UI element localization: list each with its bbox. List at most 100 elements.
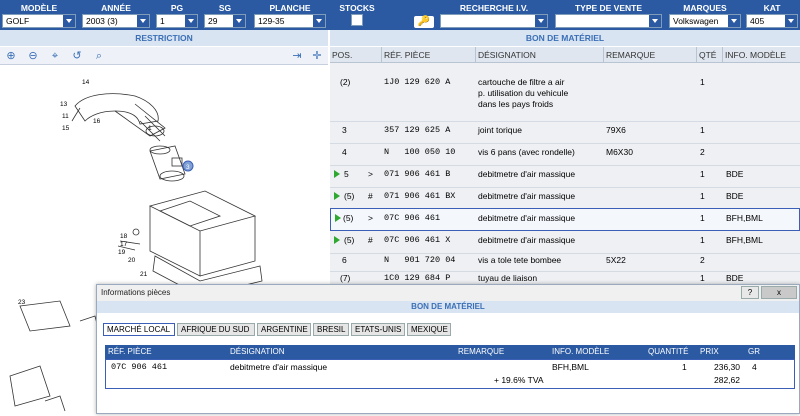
dialog-title: Informations pièces	[97, 285, 799, 301]
chevron-down-icon	[137, 15, 149, 27]
stocks-filter: STOCKS	[334, 2, 380, 26]
recherche-select[interactable]	[440, 14, 548, 28]
zoom-area-icon[interactable]: ⌖	[48, 49, 62, 63]
sg-select[interactable]: 29	[204, 14, 246, 28]
annee-label: ANNÉE	[101, 3, 131, 13]
zoom-out-icon[interactable]: ⊖	[26, 49, 40, 63]
tab-afrique-du-sud[interactable]: AFRIQUE DU SUD	[177, 323, 255, 336]
recherche-filter: RECHERCHE I.V.	[440, 2, 548, 28]
part-info-dialog: Informations pièces ? x BON DE MATÉRIEL …	[96, 284, 800, 414]
type-vente-label: TYPE DE VENTE	[574, 3, 643, 13]
col-qte: QTÉ	[696, 47, 722, 63]
play-icon[interactable]	[334, 236, 340, 244]
diagram-label: 14	[82, 79, 90, 86]
parts-table-header: POS. RÉF. PIÈCE DÉSIGNATION REMARQUE QTÉ…	[330, 47, 800, 63]
recherche-label: RECHERCHE I.V.	[459, 3, 529, 13]
diagram-label: 11	[62, 113, 69, 120]
kat-filter: KAT 405	[746, 2, 798, 28]
col-designation: DÉSIGNATION	[230, 347, 285, 356]
chevron-down-icon	[185, 15, 197, 27]
tab-mexique[interactable]: MEXIQUE	[407, 323, 451, 336]
pg-select[interactable]: 1	[156, 14, 198, 28]
marques-filter: MARQUES Volkswagen	[669, 2, 741, 28]
diagram-label: 13	[60, 101, 68, 108]
pg-label: PG	[170, 3, 184, 13]
sg-filter: SG 29	[204, 2, 246, 28]
chevron-down-icon	[233, 15, 245, 27]
tab-marche-local[interactable]: MARCHÉ LOCAL	[103, 323, 175, 336]
help-button[interactable]: ?	[741, 286, 759, 299]
table-row[interactable]: (5) # 071 906 461 BX debitmetre d'air ma…	[330, 187, 800, 209]
pg-filter: PG 1	[156, 2, 198, 28]
play-icon[interactable]	[335, 214, 341, 222]
chevron-down-icon	[649, 15, 661, 27]
restriction-header: RESTRICTION	[0, 30, 328, 46]
diagram-toolbar: ⊕ ⊖ ⌖ ↺ ⌕ ⇥ ✛	[0, 47, 328, 65]
col-pos: POS.	[332, 50, 353, 60]
modele-select[interactable]: GOLF	[2, 14, 76, 28]
annee-filter: ANNÉE 2003 (3)	[82, 2, 150, 28]
tab-argentine[interactable]: ARGENTINE	[257, 323, 311, 336]
export-icon[interactable]: ⇥	[290, 49, 304, 63]
dialog-table-header: RÉF. PIÈCE DÉSIGNATION REMARQUE INFO. MO…	[105, 345, 795, 359]
col-quantite: QUANTITÉ	[648, 347, 689, 356]
col-gr: GR	[748, 347, 760, 356]
table-row[interactable]: 4 N 100 050 10 vis 6 pans (avec rondelle…	[330, 143, 800, 165]
table-row-selected[interactable]: (5) > 07C 906 461 debitmetre d'air massi…	[330, 208, 800, 231]
chevron-down-icon	[313, 15, 325, 27]
filter-bar: MODÈLE GOLF ANNÉE 2003 (3) PG 1 SG 29 PL…	[0, 0, 800, 30]
col-info: INFO. MODÈLE	[552, 347, 610, 356]
col-prix: PRIX	[700, 347, 719, 356]
table-row[interactable]: 5 > 071 906 461 B debitmetre d'air massi…	[330, 165, 800, 187]
stocks-checkbox[interactable]	[351, 14, 363, 26]
kat-select[interactable]: 405	[746, 14, 798, 28]
chevron-down-icon	[535, 15, 547, 27]
modele-label: MODÈLE	[20, 3, 58, 13]
table-row[interactable]: 3 357 129 625 A joint torique 79X6 1	[330, 121, 800, 143]
play-icon[interactable]	[334, 170, 340, 178]
diagram-label: 21	[140, 271, 148, 278]
type-vente-select[interactable]	[555, 14, 662, 28]
diagram-label: 1	[148, 125, 152, 132]
dialog-bom-header: BON DE MATÉRIEL	[97, 301, 799, 313]
diagram-label: 20	[128, 257, 136, 264]
type-vente-filter: TYPE DE VENTE	[555, 2, 662, 28]
search-icon[interactable]: ⌕	[92, 49, 106, 63]
move-icon[interactable]: ✛	[310, 49, 324, 63]
col-remarque: REMARQUE	[603, 47, 696, 63]
chevron-down-icon	[63, 15, 75, 27]
key-icon[interactable]: 🔑	[414, 16, 434, 28]
col-info: INFO. MODÈLE	[722, 47, 800, 63]
modele-filter: MODÈLE GOLF	[2, 2, 76, 28]
table-row[interactable]: (2) 1J0 129 620 A cartouche de filtre a …	[330, 73, 800, 121]
col-ref: RÉF. PIÈCE	[381, 47, 475, 63]
chevron-down-icon	[728, 15, 740, 27]
diagram-label: 18	[120, 233, 128, 240]
col-remarque: REMARQUE	[458, 347, 505, 356]
play-icon[interactable]	[334, 192, 340, 200]
close-button[interactable]: x	[761, 286, 797, 299]
marques-label: MARQUES	[683, 3, 727, 13]
marques-select[interactable]: Volkswagen	[669, 14, 741, 28]
planche-label: PLANCHE	[269, 3, 311, 13]
parts-table: POS. RÉF. PIÈCE DÉSIGNATION REMARQUE QTÉ…	[330, 47, 800, 287]
planche-select[interactable]: 129-35	[254, 14, 326, 28]
col-designation: DÉSIGNATION	[475, 47, 603, 63]
diagram-label: 16	[93, 118, 101, 125]
zoom-in-icon[interactable]: ⊕	[4, 49, 18, 63]
annee-select[interactable]: 2003 (3)	[82, 14, 150, 28]
table-row[interactable]: 6 N 901 720 04 vis a tole tete bombee 5X…	[330, 251, 800, 271]
dialog-row-selected[interactable]: 07C 906 461 debitmetre d'air massique + …	[105, 359, 795, 389]
chevron-down-icon	[785, 15, 797, 27]
diagram-label: 19	[118, 249, 126, 256]
planche-filter: PLANCHE 129-35	[254, 2, 326, 28]
zoom-fit-icon[interactable]: ↺	[70, 49, 84, 63]
col-ref: RÉF. PIÈCE	[108, 347, 152, 356]
kat-label: KAT	[763, 3, 781, 13]
tab-etats-unis[interactable]: ETATS-UNIS	[351, 323, 405, 336]
tab-bresil[interactable]: BRESIL	[313, 323, 349, 336]
diagram-label: 17	[120, 241, 128, 248]
diagram-label: 23	[18, 299, 26, 306]
table-row[interactable]: (5) # 07C 906 461 X debitmetre d'air mas…	[330, 231, 800, 253]
stocks-label: STOCKS	[339, 3, 375, 13]
